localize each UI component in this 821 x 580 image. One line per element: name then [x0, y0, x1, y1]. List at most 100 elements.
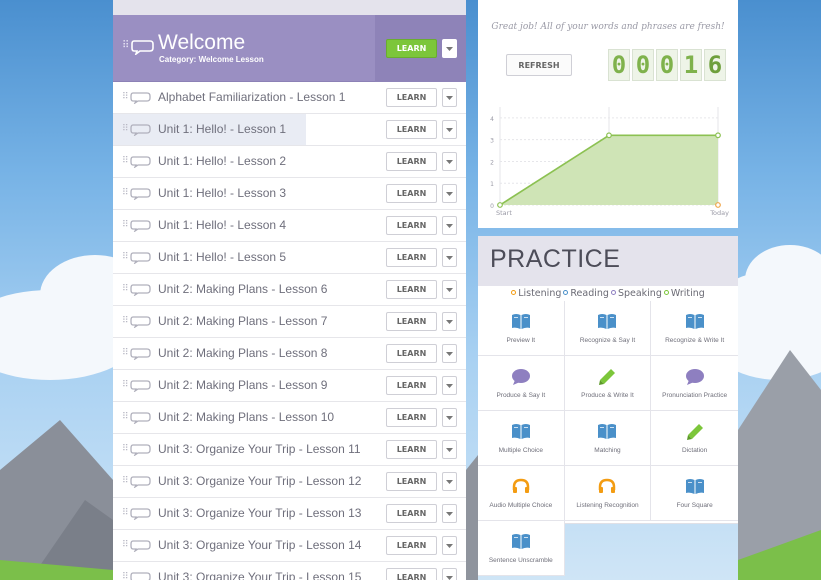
lesson-row[interactable]: ⠿ Unit 1: Hello! - Lesson 2 LEARN: [113, 146, 466, 178]
lesson-dropdown-button[interactable]: [442, 440, 457, 459]
lesson-dropdown-button[interactable]: [442, 88, 457, 107]
lesson-dropdown-button[interactable]: [442, 568, 457, 580]
drag-handle-icon[interactable]: ⠿: [122, 156, 129, 166]
lesson-dropdown-button[interactable]: [442, 216, 457, 235]
practice-tile[interactable]: Multiple Choice: [478, 411, 565, 466]
lesson-dropdown-button[interactable]: [442, 184, 457, 203]
learn-button[interactable]: LEARN: [386, 280, 437, 299]
lesson-row[interactable]: ⠿ Unit 1: Hello! - Lesson 3 LEARN: [113, 178, 466, 210]
lesson-row[interactable]: ⠿ Unit 2: Making Plans - Lesson 9 LEARN: [113, 370, 466, 402]
lesson-dropdown-button[interactable]: [442, 376, 457, 395]
practice-tile[interactable]: Recognize & Say It: [564, 301, 652, 356]
practice-tile[interactable]: Produce & Say It: [478, 356, 565, 411]
lesson-dropdown-button[interactable]: [442, 248, 457, 267]
lesson-row[interactable]: ⠿ Unit 3: Organize Your Trip - Lesson 14 L…: [113, 530, 466, 562]
book-icon: [511, 534, 530, 549]
welcome-dropdown-button[interactable]: [442, 39, 457, 58]
lesson-dropdown-button[interactable]: [442, 344, 457, 363]
drag-handle-icon[interactable]: ⠿: [122, 348, 129, 358]
lesson-dropdown-button[interactable]: [442, 120, 457, 139]
drag-handle-icon[interactable]: ⠿: [122, 540, 129, 550]
lesson-row[interactable]: ⠿ Alphabet Familiarization - Lesson 1 LEAR…: [113, 82, 466, 114]
speech-bubble-icon: [130, 540, 151, 552]
drag-handle-icon[interactable]: ⠿: [122, 444, 129, 454]
learn-button[interactable]: LEARN: [386, 312, 437, 331]
lesson-title: Unit 1: Hello! - Lesson 2: [158, 154, 287, 168]
learn-button[interactable]: LEARN: [386, 184, 437, 203]
learn-button[interactable]: LEARN: [386, 504, 437, 523]
lesson-dropdown-button[interactable]: [442, 472, 457, 491]
lesson-dropdown-button[interactable]: [442, 504, 457, 523]
lesson-row[interactable]: ⠿ Unit 2: Making Plans - Lesson 8 LEARN: [113, 338, 466, 370]
drag-handle-icon[interactable]: ⠿: [122, 508, 129, 518]
drag-handle-icon[interactable]: ⠿: [122, 412, 129, 422]
lesson-row[interactable]: ⠿ Unit 3: Organize Your Trip - Lesson 13 L…: [113, 498, 466, 530]
learn-button[interactable]: LEARN: [386, 344, 437, 363]
drag-handle-icon[interactable]: ⠿: [122, 252, 129, 262]
lesson-dropdown-button[interactable]: [442, 152, 457, 171]
practice-tile-label: Produce & Write It: [581, 392, 634, 399]
drag-handle-icon[interactable]: ⠿: [122, 124, 129, 134]
legend-item: Listening: [511, 288, 561, 299]
lesson-row[interactable]: ⠿ Unit 2: Making Plans - Lesson 10 LEARN: [113, 402, 466, 434]
practice-tile[interactable]: Pronunciation Practice: [651, 356, 738, 411]
speech-bubble-icon: [130, 188, 151, 200]
practice-tile[interactable]: Preview It: [478, 301, 565, 356]
lesson-row[interactable]: ⠿ Unit 3: Organize Your Trip - Lesson 12 L…: [113, 466, 466, 498]
lesson-dropdown-button[interactable]: [442, 408, 457, 427]
lesson-row[interactable]: ⠿ Unit 1: Hello! - Lesson 1 LEARN: [113, 114, 466, 146]
learn-button[interactable]: LEARN: [386, 568, 437, 580]
practice-tile[interactable]: Audio Multiple Choice: [478, 466, 565, 521]
lesson-dropdown-button[interactable]: [442, 312, 457, 331]
learn-button[interactable]: LEARN: [386, 88, 437, 107]
lesson-row[interactable]: ⠿ Unit 3: Organize Your Trip - Lesson 15 L…: [113, 562, 466, 580]
drag-handle-icon[interactable]: ⠿: [122, 476, 129, 486]
drag-handle-icon[interactable]: ⠿: [122, 188, 129, 198]
lesson-row[interactable]: ⠿ Unit 2: Making Plans - Lesson 7 LEARN: [113, 306, 466, 338]
practice-tile[interactable]: Dictation: [651, 411, 738, 466]
drag-handle-icon[interactable]: ⠿: [122, 220, 129, 230]
lesson-row[interactable]: ⠿ Unit 2: Making Plans - Lesson 6 LEARN: [113, 274, 466, 306]
practice-tile[interactable]: Recognize & Write It: [651, 301, 738, 356]
speech-bubble-icon: [130, 316, 151, 328]
refresh-button[interactable]: REFRESH: [506, 54, 572, 76]
learn-button[interactable]: LEARN: [386, 120, 437, 139]
learn-button[interactable]: LEARN: [386, 152, 437, 171]
learn-button[interactable]: LEARN: [386, 216, 437, 235]
drag-handle-icon[interactable]: ⠿: [122, 284, 129, 294]
practice-tile-label: Pronunciation Practice: [662, 392, 728, 399]
lesson-dropdown-button[interactable]: [442, 536, 457, 555]
practice-tile[interactable]: Listening Recognition: [564, 466, 652, 521]
legend-dot: [610, 290, 616, 295]
drag-handle-icon[interactable]: ⠿: [122, 380, 129, 390]
drag-handle-icon[interactable]: ⠿: [122, 316, 129, 326]
learn-button[interactable]: LEARN: [386, 440, 437, 459]
data-point: [497, 202, 503, 208]
practice-tile-label: Produce & Say It: [496, 392, 546, 399]
learn-button[interactable]: LEARN: [386, 472, 437, 491]
welcome-lesson-row[interactable]: ⠿ Welcome Category: Welcome Lesson LEARN: [113, 15, 466, 82]
practice-tile[interactable]: Matching: [564, 411, 652, 466]
y-tick-label: 2: [490, 159, 494, 166]
lesson-dropdown-button[interactable]: [442, 280, 457, 299]
practice-grid: Preview It Recognize & Say It Recognize & …: [478, 301, 738, 576]
speech-bubble-icon: [130, 348, 151, 360]
practice-tile[interactable]: Produce & Write It: [564, 356, 652, 411]
welcome-learn-button[interactable]: LEARN: [386, 39, 437, 58]
drag-handle-icon[interactable]: ⠿: [122, 40, 129, 51]
learn-button[interactable]: LEARN: [386, 376, 437, 395]
learn-button[interactable]: LEARN: [386, 536, 437, 555]
practice-tile[interactable]: Sentence Unscramble: [478, 521, 565, 576]
practice-title: PRACTICE: [490, 245, 621, 273]
drag-handle-icon[interactable]: ⠿: [122, 572, 129, 580]
drag-handle-icon[interactable]: ⠿: [122, 92, 129, 102]
learn-button[interactable]: LEARN: [386, 248, 437, 267]
speech-bubble-icon: [130, 220, 151, 232]
practice-tile[interactable]: Four Square: [651, 466, 738, 521]
lesson-row[interactable]: ⠿ Unit 1: Hello! - Lesson 5 LEARN: [113, 242, 466, 274]
learn-button[interactable]: LEARN: [386, 408, 437, 427]
book-icon: [598, 424, 617, 439]
speech-bubble-icon: [131, 40, 154, 55]
lesson-row[interactable]: ⠿ Unit 3: Organize Your Trip - Lesson 11 L…: [113, 434, 466, 466]
lesson-row[interactable]: ⠿ Unit 1: Hello! - Lesson 4 LEARN: [113, 210, 466, 242]
